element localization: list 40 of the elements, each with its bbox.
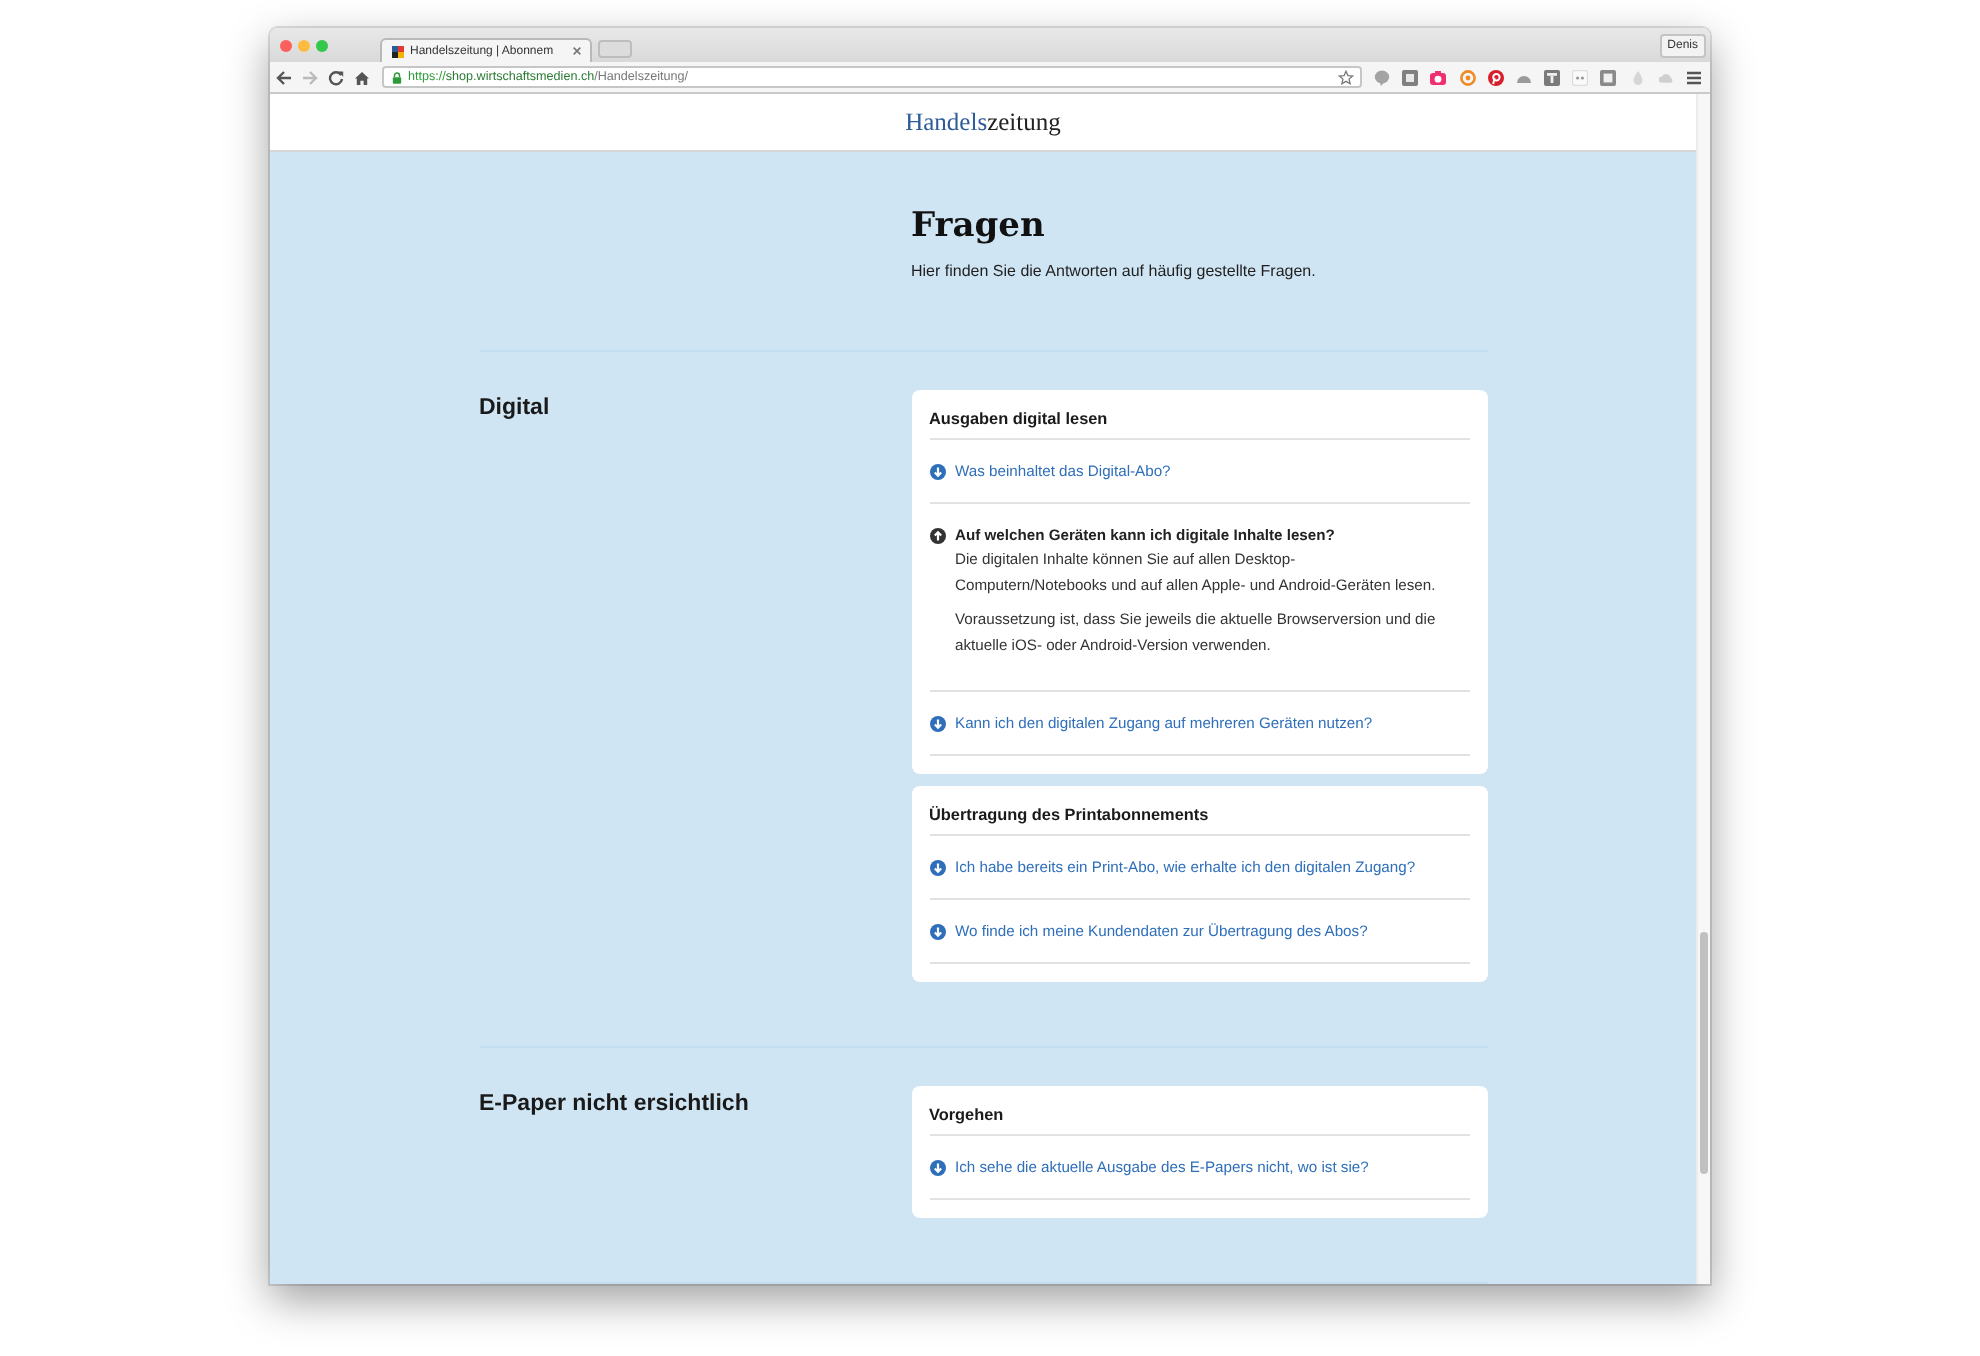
- scrollbar-thumb[interactable]: [1700, 932, 1708, 1174]
- menu-icon[interactable]: [1685, 69, 1702, 85]
- camera-icon[interactable]: [1430, 69, 1447, 85]
- lock-icon: [392, 71, 402, 83]
- ring-icon[interactable]: [1459, 69, 1476, 85]
- dome-icon[interactable]: [1515, 71, 1532, 83]
- tile-icon[interactable]: [1544, 69, 1561, 85]
- disc-icon[interactable]: [1487, 69, 1504, 85]
- section-heading: E-Paper nicht ersichtlich: [479, 1090, 749, 1118]
- dots-icon[interactable]: [1572, 69, 1589, 85]
- card-title: Vorgehen: [929, 1086, 1469, 1136]
- down-arrow-icon: [929, 463, 945, 479]
- favicon-icon: [392, 45, 404, 57]
- star-icon[interactable]: [1338, 69, 1354, 85]
- down-arrow-icon: [929, 923, 945, 939]
- reload-icon[interactable]: [328, 69, 344, 85]
- speech-bubble-icon[interactable]: [1374, 69, 1390, 85]
- square-icon[interactable]: [1600, 69, 1617, 85]
- page-subtitle: Hier finden Sie die Antworten auf häufig gestellte Fragen.: [911, 260, 1318, 284]
- scrollbar[interactable]: [1696, 94, 1710, 1284]
- minimize-icon[interactable]: [298, 39, 310, 51]
- down-arrow-icon: [929, 1159, 945, 1175]
- page-title: Fragen: [911, 204, 1047, 248]
- section-heading: Digital: [479, 394, 550, 422]
- forward-icon[interactable]: [302, 69, 318, 85]
- close-icon[interactable]: [280, 39, 292, 51]
- back-icon[interactable]: [276, 69, 292, 85]
- home-icon[interactable]: [354, 69, 370, 85]
- new-tab-button[interactable]: [597, 40, 632, 58]
- up-arrow-icon: [929, 527, 945, 543]
- maximize-icon[interactable]: [316, 39, 328, 51]
- cloud-icon[interactable]: [1657, 69, 1674, 85]
- down-arrow-icon: [929, 859, 945, 875]
- site-logo[interactable]: Handelszeitung: [905, 107, 1061, 137]
- down-arrow-icon: [929, 715, 945, 731]
- card-title: Ausgaben digital lesen: [929, 390, 1469, 440]
- tile-icon[interactable]: [1402, 69, 1419, 85]
- close-tab-icon[interactable]: [571, 46, 582, 56]
- drop-icon[interactable]: [1629, 69, 1646, 85]
- card-title: Übertragung des Printabonnements: [929, 786, 1469, 836]
